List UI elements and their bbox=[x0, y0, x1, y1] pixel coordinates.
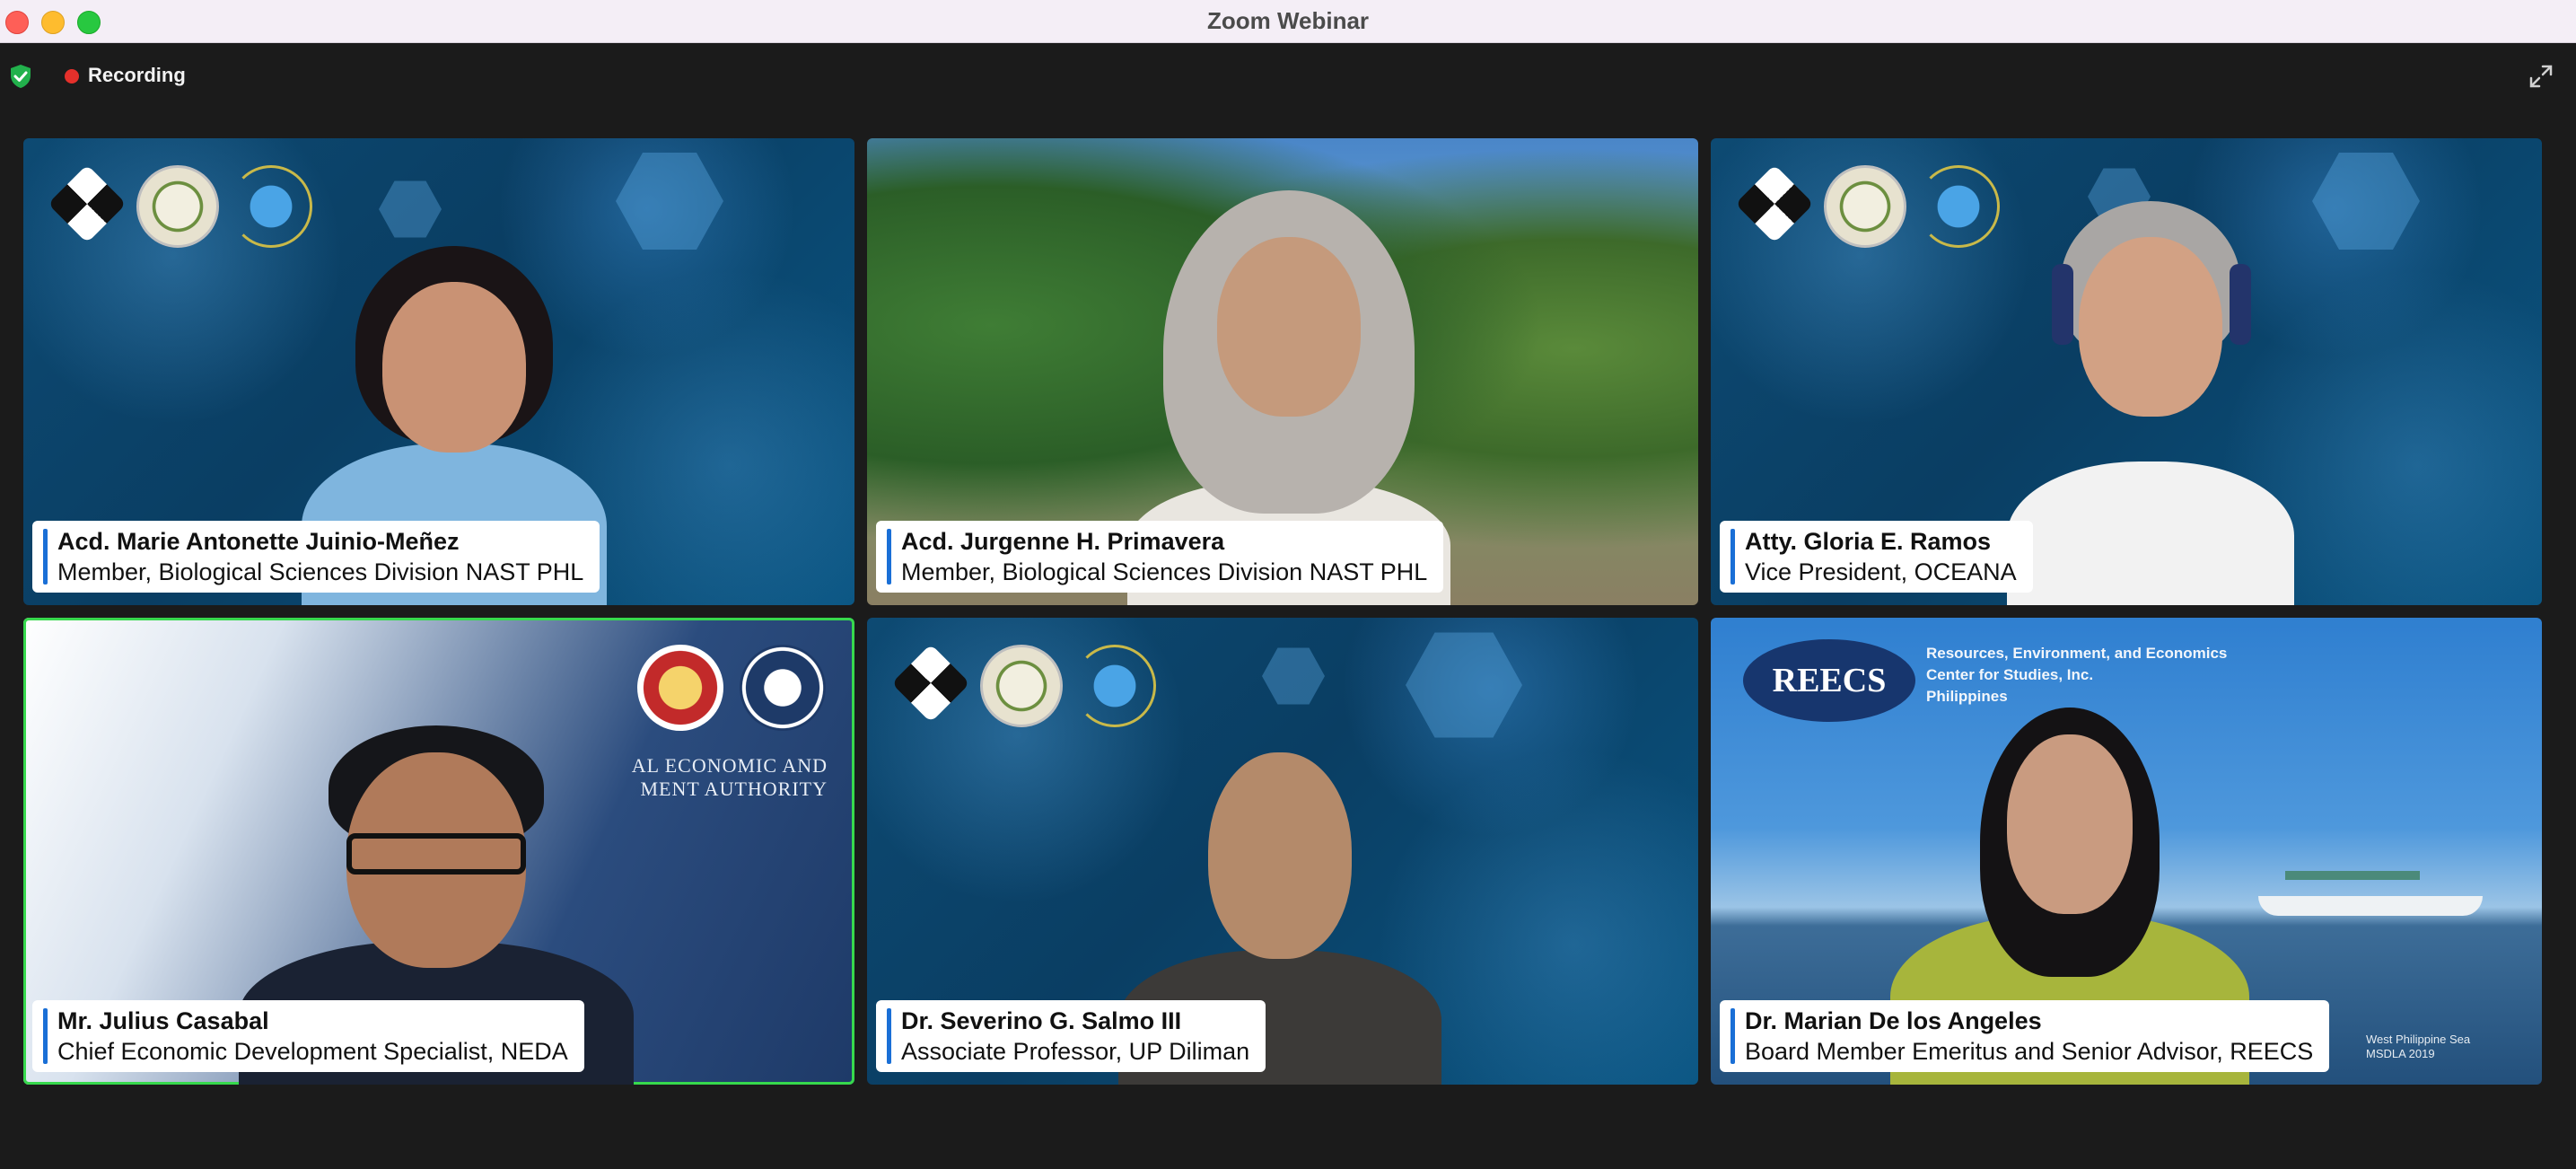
participant-role: Member, Biological Sciences Division NAS… bbox=[901, 558, 1428, 585]
nast-dots-logo bbox=[1917, 165, 2000, 248]
boat-image bbox=[2258, 896, 2483, 916]
caption-line: West Philippine Sea bbox=[2366, 1033, 2471, 1046]
nast-pinwheel-logo bbox=[48, 164, 127, 243]
participant-role: Associate Professor, UP Diliman bbox=[901, 1038, 1250, 1065]
neda-background-text: AL ECONOMIC AND MENT AUTHORITY bbox=[632, 754, 828, 801]
caption-line: MSDLA 2019 bbox=[2366, 1047, 2435, 1060]
nast-pinwheel-logo bbox=[891, 644, 970, 723]
participant-role: Board Member Emeritus and Senior Advisor… bbox=[1745, 1038, 2314, 1065]
participant-nametag: Atty. Gloria E. Ramos Vice President, OC… bbox=[1720, 521, 2033, 593]
boat-image bbox=[2285, 871, 2420, 880]
shield-check-icon[interactable] bbox=[7, 63, 34, 90]
participant-nametag: Dr. Marian De los Angeles Board Member E… bbox=[1720, 1000, 2330, 1072]
video-tile-active-speaker[interactable]: AL ECONOMIC AND MENT AUTHORITY Mr. Juliu… bbox=[23, 618, 854, 1085]
reecs-text-line: Resources, Environment, and Economics bbox=[1926, 645, 2228, 662]
recording-dot-icon bbox=[65, 69, 79, 84]
participant-role: Member, Biological Sciences Division NAS… bbox=[57, 558, 584, 585]
participant-nametag: Acd. Marie Antonette Juinio-Meñez Member… bbox=[32, 521, 600, 593]
participant-nametag: Acd. Jurgenne H. Primavera Member, Biolo… bbox=[876, 521, 1444, 593]
participant-name: Dr. Severino G. Salmo III bbox=[901, 1007, 1182, 1034]
video-tile[interactable]: Acd. Marie Antonette Juinio-Meñez Member… bbox=[23, 138, 854, 605]
nast-logos bbox=[891, 644, 1156, 727]
participant-role: Chief Economic Development Specialist, N… bbox=[57, 1038, 568, 1065]
philippine-seal-logo bbox=[637, 645, 723, 731]
participant-nametag: Dr. Severino G. Salmo III Associate Prof… bbox=[876, 1000, 1266, 1072]
neda-logos bbox=[637, 645, 826, 731]
participant-nametag: Mr. Julius Casabal Chief Economic Develo… bbox=[32, 1000, 584, 1072]
video-tile[interactable]: REECS Resources, Environment, and Econom… bbox=[1711, 618, 2542, 1085]
video-tile[interactable]: Acd. Jurgenne H. Primavera Member, Biolo… bbox=[867, 138, 1698, 605]
nast-logos bbox=[1735, 164, 2000, 248]
nast-dots-logo bbox=[230, 165, 312, 248]
participant-name: Mr. Julius Casabal bbox=[57, 1007, 269, 1034]
neda-text-line: MENT AUTHORITY bbox=[640, 778, 828, 800]
decorative-hexagon bbox=[616, 153, 723, 250]
participant-name: Acd. Jurgenne H. Primavera bbox=[901, 528, 1225, 555]
reecs-logo: REECS bbox=[1743, 639, 1915, 722]
participant-role: Vice President, OCEANA bbox=[1745, 558, 2017, 585]
participant-video bbox=[2007, 156, 2294, 605]
government-seal-logo bbox=[980, 645, 1063, 727]
participant-name: Atty. Gloria E. Ramos bbox=[1745, 528, 1992, 555]
participant-name: Acd. Marie Antonette Juinio-Meñez bbox=[57, 528, 460, 555]
video-tile[interactable]: Dr. Severino G. Salmo III Associate Prof… bbox=[867, 618, 1698, 1085]
video-tile[interactable]: Atty. Gloria E. Ramos Vice President, OC… bbox=[1711, 138, 2542, 605]
government-seal-logo bbox=[136, 165, 219, 248]
government-seal-logo bbox=[1824, 165, 1906, 248]
fullscreen-icon[interactable] bbox=[2528, 63, 2554, 90]
nast-pinwheel-logo bbox=[1735, 164, 1814, 243]
meeting-toolbar bbox=[0, 43, 2576, 108]
participant-name: Dr. Marian De los Angeles bbox=[1745, 1007, 2042, 1034]
window-titlebar: Zoom Webinar bbox=[0, 0, 2576, 43]
decorative-hexagon bbox=[2312, 153, 2420, 250]
nast-logos bbox=[48, 164, 312, 248]
window-title: Zoom Webinar bbox=[1206, 7, 1370, 34]
recording-label[interactable]: Recording bbox=[88, 64, 186, 87]
background-caption: West Philippine Sea MSDLA 2019 bbox=[2366, 1033, 2470, 1061]
neda-text-line: AL ECONOMIC AND bbox=[631, 754, 828, 777]
neda-logo bbox=[740, 645, 826, 731]
